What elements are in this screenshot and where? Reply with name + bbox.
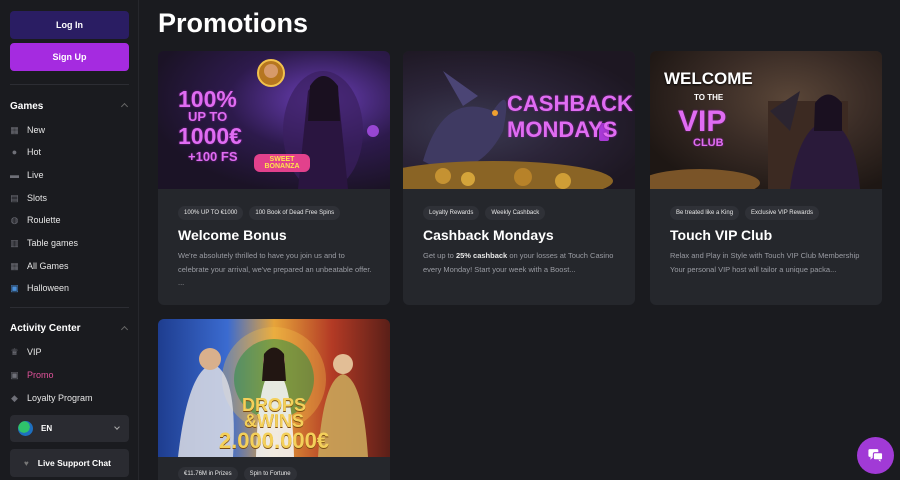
tag: €11.76M in Prizes [178, 467, 238, 480]
desc-text: Get up to [423, 251, 456, 260]
page-title: Promotions [158, 8, 309, 38]
banner-text-club: CLUB [693, 137, 724, 149]
promo-card-cashback-mondays[interactable]: CASHBACK MONDAYS Loyalty Rewards Weekly … [403, 51, 635, 305]
desc-highlight: 25% cashback [455, 251, 508, 260]
promo-banner: DROPS &WINS 2.000.000€ [158, 319, 390, 457]
banner-text-freespins: +100 FS [188, 149, 238, 164]
desc-text: Your personal VIP host will tailor a uni… [670, 264, 837, 274]
promo-card-drops-and-wins[interactable]: DROPS &WINS 2.000.000€ €11.76M in Prizes… [158, 319, 390, 480]
banner-text-cashback: CASHBACK [507, 91, 633, 116]
sidebar-item-vip[interactable]: ♛ VIP [10, 343, 129, 361]
grid-icon: ▦ [10, 124, 19, 135]
card-title: Touch VIP Club [670, 227, 773, 243]
banner-text-to-the: TO THE [694, 93, 724, 102]
divider [10, 307, 129, 308]
chevron-up-icon[interactable] [120, 325, 129, 334]
banner-text-upto: UP TO [188, 109, 228, 124]
tag: 100% UP TO €1000 [178, 206, 244, 220]
language-selector[interactable]: EN [10, 415, 129, 442]
promo-icon: ▣ [10, 369, 19, 380]
login-button[interactable]: Log In [10, 11, 129, 39]
tag: Weekly Cashback [485, 206, 546, 220]
signup-button[interactable]: Sign Up [10, 43, 129, 71]
banner-text-mondays: MONDAYS [507, 117, 618, 142]
promo-banner: CASHBACK MONDAYS [403, 51, 635, 189]
table-icon: ▥ [10, 237, 19, 248]
banner-text-vip: VIP [678, 105, 727, 138]
tag-list: €11.76M in Prizes Spin to Fortune [178, 467, 297, 480]
tag: 100 Book of Dead Free Spins [249, 206, 341, 220]
chat-button[interactable] [857, 437, 894, 474]
sidebar-item-live[interactable]: ▬ Live [10, 166, 129, 184]
banner-text-prize: 2.000.000€ [218, 428, 330, 453]
crown-icon: ♛ [10, 346, 19, 357]
card-title: Cashback Mondays [423, 227, 554, 243]
divider [10, 84, 129, 85]
sidebar-item-halloween[interactable]: ▣ Halloween [10, 279, 129, 297]
gift-icon: ▣ [10, 282, 19, 293]
globe-icon [18, 421, 33, 436]
card-description: Relax and Play in Style with Touch VIP C… [670, 249, 867, 291]
banner-text-percent: 100% [178, 86, 237, 112]
card-title: Welcome Bonus [178, 227, 287, 243]
banner-text-welcome: WELCOME [664, 69, 753, 88]
roulette-icon: ◍ [10, 214, 19, 225]
card-description: Get up to 25% cashback on your losses at… [423, 249, 620, 291]
slots-icon: ▤ [10, 192, 19, 203]
chat-icon [868, 449, 884, 462]
sweet-bonanza-logo: SWEET BONANZA [254, 154, 310, 172]
banner-text-wins: &WINS [244, 411, 304, 431]
tag: Exclusive VIP Rewards [745, 206, 819, 220]
sidebar-item-hot[interactable]: ● Hot [10, 143, 129, 161]
sidebar-item-slots[interactable]: ▤ Slots [10, 189, 129, 207]
promo-banner: 100% UP TO 1000€ +100 FS SWEET BONANZA [158, 51, 390, 189]
promo-card-welcome-bonus[interactable]: 100% UP TO 1000€ +100 FS SWEET BONANZA 1… [158, 51, 390, 305]
tag: Spin to Fortune [243, 467, 297, 480]
chevron-up-icon[interactable] [120, 102, 129, 111]
promo-card-touch-vip-club[interactable]: WELCOME TO THE VIP CLUB Be treated like … [650, 51, 882, 305]
promo-banner: WELCOME TO THE VIP CLUB [650, 51, 882, 189]
card-description: We're absolutely thrilled to have you jo… [178, 251, 372, 287]
sidebar-item-promo[interactable]: ▣ Promo [10, 366, 129, 384]
support-label: Live Support Chat [37, 458, 111, 468]
all-games-icon: ▦ [10, 260, 19, 271]
chevron-down-icon [114, 424, 120, 430]
tag-list: 100% UP TO €1000 100 Book of Dead Free S… [178, 206, 341, 220]
flame-icon: ● [11, 146, 18, 157]
tag: Loyalty Rewards [423, 206, 480, 220]
games-section-title[interactable]: Games [10, 101, 43, 112]
diamond-icon: ◆ [11, 392, 18, 403]
heart-icon: ♥ [24, 458, 29, 468]
banner-text-amount: 1000€ [178, 123, 242, 149]
tag: Be treated like a King [670, 206, 740, 220]
live-icon: ▬ [10, 169, 19, 180]
tag-list: Loyalty Rewards Weekly Cashback [423, 206, 546, 220]
tag-list: Be treated like a King Exclusive VIP Rew… [670, 206, 819, 220]
language-label: EN [41, 424, 53, 433]
activity-section-title[interactable]: Activity Center [10, 323, 81, 334]
sidebar-item-new[interactable]: ▦ New [10, 121, 129, 139]
sidebar-item-all-games[interactable]: ▦ All Games [10, 257, 129, 275]
sidebar-item-roulette[interactable]: ◍ Roulette [10, 211, 129, 229]
sidebar: Log In Sign Up Games ▦ New ● Hot ▬ Live ▤ Sl… [0, 0, 139, 480]
sidebar-item-loyalty-program[interactable]: ◆ Loyalty Program [10, 389, 129, 407]
sidebar-item-table-games[interactable]: ▥ Table games [10, 234, 129, 252]
desc-text: Relax and Play in Style with Touch VIP C… [670, 251, 860, 260]
live-support-chat-button[interactable]: ♥ Live Support Chat [10, 449, 129, 477]
